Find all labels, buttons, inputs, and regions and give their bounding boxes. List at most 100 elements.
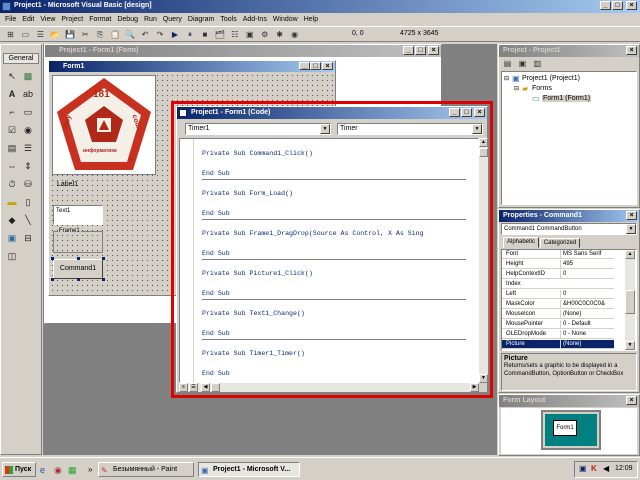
- toolbox-icon[interactable]: ✱: [274, 29, 285, 40]
- menu-debug[interactable]: Debug: [114, 14, 141, 25]
- tree-collapse-icon[interactable]: ⊟: [514, 85, 519, 92]
- quicklaunch-desktop-icon[interactable]: ▦: [68, 465, 77, 476]
- chevron-down-icon[interactable]: ▼: [626, 224, 636, 234]
- object-combo[interactable]: Timer1 ▼: [185, 123, 331, 135]
- view-object-icon[interactable]: ▣: [517, 58, 528, 69]
- forms-folder[interactable]: Forms: [532, 85, 552, 92]
- scroll-left-button[interactable]: ◀: [201, 383, 210, 392]
- command1[interactable]: Command1: [53, 259, 103, 279]
- procedure-combo[interactable]: Timer ▼: [337, 123, 483, 135]
- menu-window[interactable]: Window: [270, 14, 301, 25]
- quicklaunch-more-icon[interactable]: »: [88, 465, 92, 474]
- open-icon[interactable]: 📂: [50, 29, 61, 40]
- combobox-icon[interactable]: ▤: [5, 141, 19, 155]
- property-row[interactable]: Font MS Sans Serif: [502, 250, 614, 259]
- chevron-down-icon[interactable]: ▼: [472, 124, 482, 134]
- data-view-icon[interactable]: ◉: [289, 29, 300, 40]
- properties-grid[interactable]: Font MS Sans Serif Height 495 HelpContextID 0…: [501, 249, 637, 351]
- start-icon[interactable]: ▶: [169, 29, 180, 40]
- property-row[interactable]: Index: [502, 280, 614, 289]
- full-module-view-button[interactable]: ☰: [189, 383, 198, 392]
- hscrollbar-icon[interactable]: ⇔: [5, 159, 19, 173]
- menu-tools[interactable]: Tools: [217, 14, 239, 25]
- properties-close-button[interactable]: ×: [626, 211, 637, 220]
- tray-lang-icon[interactable]: ▣: [579, 464, 587, 473]
- filelistbox-icon[interactable]: ▯: [21, 195, 35, 209]
- maximize-button[interactable]: □: [612, 1, 623, 10]
- chevron-down-icon[interactable]: ▼: [320, 124, 330, 134]
- properties-vscrollbar[interactable]: ▲ ▼: [625, 250, 635, 350]
- copy-icon[interactable]: ⎘: [95, 29, 106, 40]
- label1[interactable]: Label1: [57, 181, 78, 188]
- selection-handle[interactable]: [77, 278, 80, 281]
- frame-icon[interactable]: ⌐: [5, 105, 19, 119]
- scroll-down-button[interactable]: ▼: [479, 374, 488, 383]
- property-row[interactable]: OLEDropMode 0 - None: [502, 330, 614, 339]
- scroll-up-button[interactable]: ▲: [625, 250, 635, 259]
- property-row[interactable]: MousePointer 0 - Default: [502, 320, 614, 329]
- procedure-view-button[interactable]: ≡: [179, 383, 188, 392]
- frame1[interactable]: Frame1: [53, 228, 103, 253]
- selection-handle[interactable]: [51, 257, 54, 260]
- text1[interactable]: Text1: [53, 205, 103, 225]
- property-value[interactable]: &H00C0C0C0&: [560, 300, 614, 309]
- code-vscrollbar[interactable]: ▲ ▼: [479, 138, 488, 383]
- add-form-icon[interactable]: ▭: [20, 29, 31, 40]
- find-icon[interactable]: 🔍: [125, 29, 136, 40]
- menu-edit[interactable]: Edit: [19, 14, 37, 25]
- picture1[interactable]: 181 моу сош информатика: [52, 75, 156, 175]
- paste-icon[interactable]: 📋: [110, 29, 121, 40]
- project-explorer-close-button[interactable]: ×: [626, 46, 637, 55]
- property-row[interactable]: HelpContextID 0: [502, 270, 614, 279]
- menu-view[interactable]: View: [37, 14, 58, 25]
- close-button[interactable]: ×: [626, 1, 637, 10]
- selection-handle[interactable]: [51, 278, 54, 281]
- code-minimize-button[interactable]: _: [449, 108, 460, 117]
- add-project-icon[interactable]: ⊞: [5, 29, 16, 40]
- property-value[interactable]: 495: [560, 260, 614, 269]
- menu-addins[interactable]: Add-Ins: [240, 14, 270, 25]
- dirlistbox-icon[interactable]: ▬: [5, 195, 19, 209]
- tray-antivirus-icon[interactable]: K: [591, 464, 597, 473]
- object-browser-icon[interactable]: ⚙: [259, 29, 270, 40]
- selection-handle[interactable]: [77, 257, 80, 260]
- designer-close-button[interactable]: ×: [428, 46, 439, 55]
- vscrollbar-icon[interactable]: ⇕: [21, 159, 35, 173]
- hscroll-thumb[interactable]: [211, 383, 220, 392]
- property-value[interactable]: 0: [560, 290, 614, 299]
- code-editor[interactable]: Private Sub Command1_Click() End Sub Pri…: [179, 138, 479, 383]
- view-code-icon[interactable]: ▤: [502, 58, 513, 69]
- minimize-button[interactable]: _: [600, 1, 611, 10]
- cut-icon[interactable]: ✂: [80, 29, 91, 40]
- tree-collapse-icon[interactable]: ⊟: [504, 75, 509, 82]
- menu-editor-icon[interactable]: ☰: [35, 29, 46, 40]
- task-paint[interactable]: Безымянный - Paint: [98, 462, 194, 477]
- project-explorer-icon[interactable]: 🗂: [214, 29, 225, 40]
- menu-file[interactable]: File: [2, 14, 19, 25]
- label-icon[interactable]: A: [5, 87, 19, 101]
- quicklaunch-media-icon[interactable]: ◉: [54, 465, 62, 476]
- checkbox-icon[interactable]: ☑: [5, 123, 19, 137]
- property-value[interactable]: 0: [560, 270, 614, 279]
- selection-handle[interactable]: [102, 278, 105, 281]
- code-close-button[interactable]: ×: [474, 108, 485, 117]
- properties-object-combo[interactable]: Command1 CommandButton ▼: [501, 223, 637, 235]
- menu-diagram[interactable]: Diagram: [185, 14, 217, 25]
- scroll-right-button[interactable]: ▶: [470, 383, 479, 392]
- optionbutton-icon[interactable]: ◉: [21, 123, 35, 137]
- redo-icon[interactable]: ↷: [155, 29, 166, 40]
- data-icon[interactable]: ⊟: [21, 231, 35, 245]
- property-value[interactable]: MS Sans Serif: [560, 250, 614, 259]
- property-row[interactable]: Height 495: [502, 260, 614, 269]
- selection-handle[interactable]: [102, 257, 105, 260]
- timer-icon[interactable]: ⏱: [5, 177, 19, 191]
- end-icon[interactable]: ■: [199, 29, 210, 40]
- task-vb[interactable]: Project1 - Microsoft V...: [198, 462, 300, 477]
- property-value[interactable]: 0 - None: [560, 330, 614, 339]
- code-maximize-button[interactable]: □: [461, 108, 472, 117]
- project-root[interactable]: Project1 (Project1): [522, 75, 580, 82]
- property-value[interactable]: (None): [560, 310, 614, 319]
- tab-categorized[interactable]: Categorized: [540, 238, 580, 248]
- form-layout-icon[interactable]: ▣: [244, 29, 255, 40]
- textbox-icon[interactable]: ab: [21, 87, 35, 101]
